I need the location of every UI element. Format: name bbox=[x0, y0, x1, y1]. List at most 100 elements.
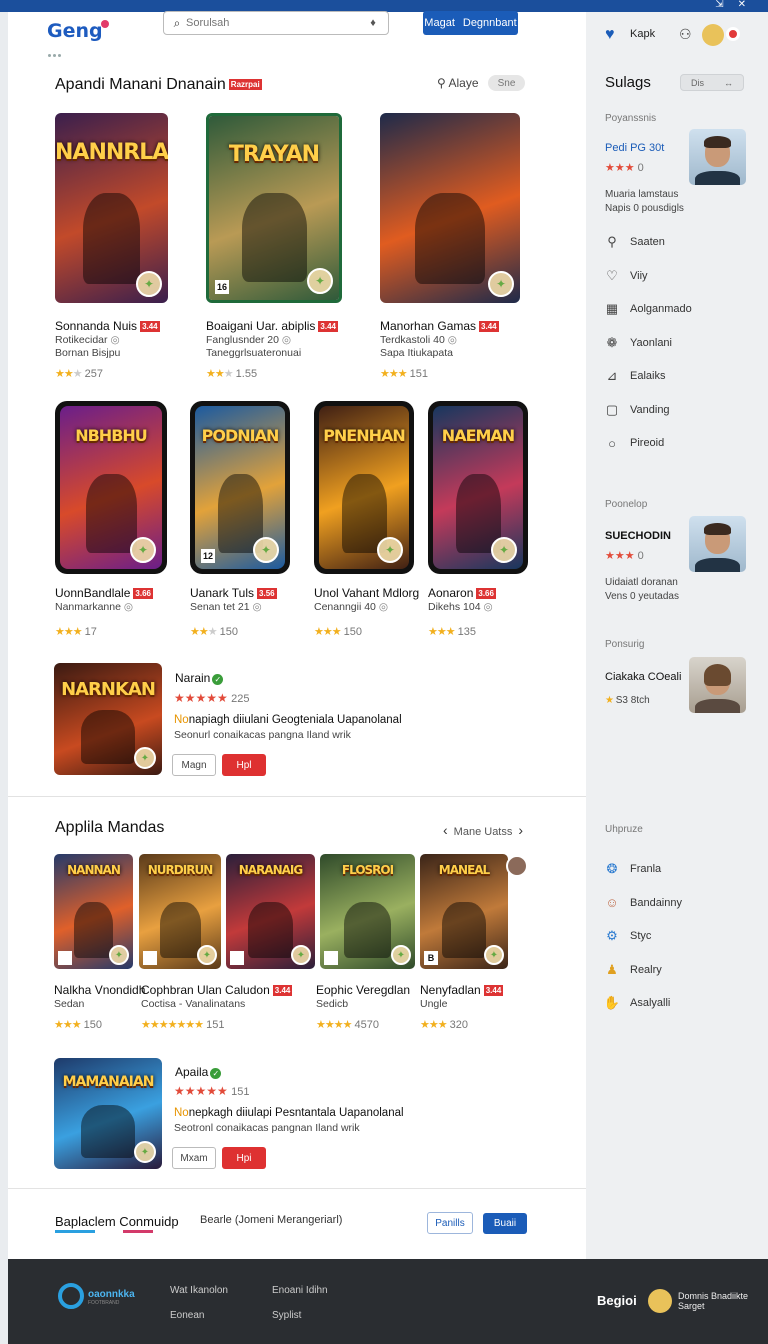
chevron-right-icon[interactable]: › bbox=[518, 822, 523, 838]
search-icon: ⚲ bbox=[607, 234, 617, 249]
price-tag: 3.44 bbox=[140, 321, 160, 333]
microphone-icon[interactable]: ♦ bbox=[366, 15, 380, 31]
game-square-card[interactable]: FLOSROI ✦ bbox=[320, 854, 415, 969]
banner-primary-button[interactable]: Buaii bbox=[483, 1213, 527, 1234]
art-title: NBHBHU bbox=[75, 425, 148, 445]
notification-badge[interactable] bbox=[726, 27, 740, 41]
game-title[interactable]: Nalkha Vnondidh bbox=[54, 983, 145, 997]
game-phone-card[interactable]: NAEMAN ✦ bbox=[428, 401, 528, 574]
game-meta: Fanglusnder 20 ◎ Taneggrlsuateronuai bbox=[206, 334, 302, 359]
rating-corner bbox=[230, 951, 244, 965]
sidebar-menu-item[interactable]: ❁ Yaonlani bbox=[604, 334, 672, 352]
banner-secondary-button[interactable]: Panills bbox=[427, 1212, 473, 1234]
logo-dots bbox=[48, 48, 68, 57]
popular-label: Poyanssnis bbox=[605, 113, 657, 124]
banner-underline-blue bbox=[55, 1230, 95, 1233]
search-box[interactable]: ⌕ ♦ bbox=[163, 11, 389, 35]
game-meta: Terdkastoli 40 ◎ Sapa Itiukapata bbox=[380, 334, 457, 359]
footer-user[interactable]: Domnis Bnadiikte Sarget bbox=[678, 1291, 748, 1311]
sidebar-menu-item[interactable]: ⚲ Saaten bbox=[604, 233, 665, 251]
user-label[interactable]: Kapk bbox=[630, 28, 655, 40]
badge-icon: ✦ bbox=[253, 537, 279, 563]
game-square-card[interactable]: NANNAN ✦ bbox=[54, 854, 133, 969]
person3-name[interactable]: Ciakaka COeali bbox=[605, 671, 681, 683]
align-control[interactable]: ⚲ Alaye bbox=[437, 76, 479, 90]
sidebar-menu-item[interactable]: ▦ Aolganmado bbox=[604, 300, 692, 318]
footer-logo-sub: FOOTBRAND bbox=[88, 1300, 120, 1306]
section2-nav[interactable]: ‹ Mane Uatss › bbox=[437, 822, 529, 838]
price-tag: 3.66 bbox=[133, 588, 153, 600]
feature2-rating: ★★★★★ 151 bbox=[174, 1084, 250, 1098]
art-title: FLOSROI bbox=[341, 863, 394, 878]
game-title[interactable]: Aonaron 3.66 bbox=[428, 586, 496, 600]
game-title[interactable]: Eophic Veregdlan bbox=[316, 983, 410, 997]
game-poster-card[interactable]: NANNRLAN ✦ bbox=[55, 113, 168, 303]
sidebar-view-toggle[interactable]: Dis ↔ bbox=[680, 74, 744, 91]
person2-rating: ★★★ 0 bbox=[605, 550, 644, 562]
footer-link[interactable]: Syplist bbox=[272, 1310, 301, 1321]
game-title[interactable]: Sonnanda Nuis 3.44 bbox=[55, 319, 160, 333]
game-meta: Ungle bbox=[420, 998, 448, 1010]
game-poster-card[interactable]: TRAYAN ✦ 16 bbox=[206, 113, 342, 303]
game-title[interactable]: Manorhan Gamas 3.44 bbox=[380, 319, 499, 333]
feature-secondary-button[interactable]: Magn bbox=[172, 754, 216, 776]
window-controls[interactable]: ⇲✕ bbox=[715, 0, 760, 10]
avatar[interactable] bbox=[702, 24, 724, 46]
app-logo[interactable]: Geng bbox=[47, 20, 109, 42]
footer-link[interactable]: Wat Ikanolon bbox=[170, 1285, 228, 1296]
sidebar-menu2-item[interactable]: ⚙ Styc bbox=[604, 927, 651, 945]
art-title: MANEAL bbox=[438, 863, 490, 878]
game-title[interactable]: Boaigani Uar. abiplis 3.44 bbox=[206, 319, 338, 333]
game-square-card[interactable]: MANEAL ✦ B bbox=[420, 854, 508, 969]
chart-icon: ⊿ bbox=[606, 368, 618, 383]
sidebar-menu2-item[interactable]: ♟ Realry bbox=[604, 961, 662, 979]
game-rating: ★★★ 150 bbox=[314, 626, 363, 638]
feature-art[interactable]: NARNKAN ✦ bbox=[54, 663, 162, 775]
ponelop-label: Poonelop bbox=[605, 499, 648, 510]
game-phone-card[interactable]: PNENHAN ✦ bbox=[314, 401, 414, 574]
game-title[interactable]: UonnBandlale 3.66 bbox=[55, 586, 153, 600]
hand-icon: ✋ bbox=[603, 995, 621, 1010]
game-poster-card[interactable]: ✦ bbox=[380, 113, 520, 303]
sidebar-menu-item[interactable]: ⊿ Ealaiks bbox=[604, 367, 666, 385]
person1-avatar[interactable] bbox=[689, 129, 746, 185]
sidebar-menu-item[interactable]: ○ Pireoid bbox=[604, 434, 664, 452]
chevron-left-icon[interactable]: ‹ bbox=[443, 822, 448, 838]
person3-avatar[interactable] bbox=[689, 657, 746, 713]
person1-name[interactable]: Pedi PG 30t bbox=[605, 142, 664, 154]
game-title[interactable]: Nenyfadlan 3.44 bbox=[420, 983, 504, 997]
feature2-primary-button[interactable]: Hpi bbox=[222, 1147, 266, 1169]
game-square-card[interactable]: NARANAIG ✦ bbox=[226, 854, 315, 969]
game-title[interactable]: Uanark Tuls 3.56 bbox=[190, 586, 277, 600]
game-square-card[interactable]: NURDIRUN ✦ bbox=[139, 854, 221, 969]
footer-avatar[interactable] bbox=[648, 1289, 672, 1313]
game-title[interactable]: Unol Vahant Mdlorg bbox=[314, 586, 419, 600]
profile-icon[interactable]: ⚇ bbox=[679, 26, 692, 43]
feature2-secondary-button[interactable]: Mxam bbox=[172, 1147, 216, 1169]
sidebar-menu2-item[interactable]: ❂ Franla bbox=[604, 860, 662, 878]
game-phone-card[interactable]: PODNIAN ✦ 12 bbox=[190, 401, 290, 574]
footer-link[interactable]: Eonean bbox=[170, 1310, 204, 1321]
heart-icon[interactable]: ♥ bbox=[605, 26, 615, 44]
game-title[interactable]: Cophbran Ulan Caludon 3.44 bbox=[141, 983, 293, 997]
sort-pill[interactable]: Sne bbox=[488, 75, 525, 91]
game-phone-card[interactable]: NBHBHU ✦ bbox=[55, 401, 167, 574]
person2-name[interactable]: SUECHODIN bbox=[605, 530, 671, 542]
rating-corner bbox=[143, 951, 157, 965]
user-icon: ☺ bbox=[605, 895, 619, 910]
feature-primary-button[interactable]: Hpl bbox=[222, 754, 266, 776]
sidebar-menu-item[interactable]: ♡ Viiy bbox=[604, 267, 647, 285]
person2-avatar[interactable] bbox=[689, 516, 746, 572]
rating-corner: 12 bbox=[201, 549, 215, 563]
sidebar-menu2-item[interactable]: ✋ Asalyalli bbox=[604, 994, 670, 1012]
sidebar-menu2-item[interactable]: ☺ Bandainny bbox=[604, 894, 682, 912]
footer-logo-icon[interactable] bbox=[58, 1283, 84, 1309]
feature2-art[interactable]: MAMANAIAN ✦ bbox=[54, 1058, 162, 1169]
game-rating: ★★★ 150 bbox=[54, 1019, 103, 1031]
sidebar-menu-item[interactable]: ▢ Vanding bbox=[604, 401, 670, 419]
footer: oaonnkka FOOTBRAND Wat Ikanolon Eonean E… bbox=[8, 1259, 768, 1344]
search-input[interactable] bbox=[186, 15, 366, 31]
primary-nav-button[interactable]: Magat Degnnbant bbox=[423, 11, 518, 35]
footer-link[interactable]: Enoani Idihn bbox=[272, 1285, 328, 1296]
friend-avatar[interactable] bbox=[506, 855, 528, 877]
